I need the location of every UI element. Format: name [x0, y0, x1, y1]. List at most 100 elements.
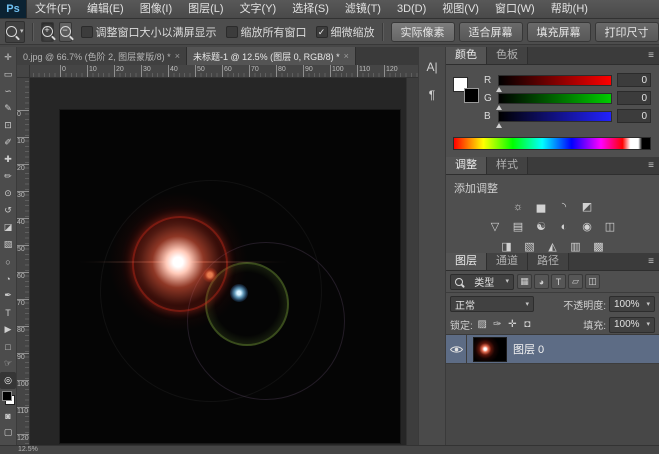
menu-image[interactable]: 图像(I)	[132, 0, 180, 18]
layers-tab-channels[interactable]: 通道	[487, 253, 528, 270]
opacity-input[interactable]: 100% ▾	[609, 296, 655, 312]
zoom-tool[interactable]: ◎	[0, 372, 16, 389]
lock-position-icon[interactable]: ✛	[506, 318, 519, 332]
layer-row[interactable]: 图层 0	[446, 335, 659, 364]
channel-value-input[interactable]: 0	[617, 109, 651, 123]
crop-tool[interactable]: ⊡	[0, 117, 16, 134]
threshold-icon[interactable]: ◭	[544, 239, 562, 254]
lock-all-icon[interactable]: ◘	[521, 318, 534, 332]
menu-3d[interactable]: 3D(D)	[389, 0, 434, 18]
checkbox-box[interactable]	[81, 26, 93, 38]
channel-value-input[interactable]: 0	[617, 73, 651, 87]
hue-saturation-icon[interactable]: ▤	[509, 219, 527, 234]
foreground-color-swatch[interactable]	[2, 391, 12, 401]
menu-view[interactable]: 视图(V)	[434, 0, 487, 18]
ruler-corner[interactable]	[17, 65, 30, 78]
canvas-image[interactable]	[60, 110, 400, 443]
dodge-tool[interactable]: ◔	[0, 270, 16, 287]
zoom-tool-preset[interactable]: ▾	[5, 21, 25, 43]
filter-smart-objects-icon[interactable]: ◫	[585, 274, 600, 289]
channel-mixer-icon[interactable]: ◫	[601, 219, 619, 234]
character-panel-button[interactable]: A|	[421, 57, 443, 77]
status-zoom-level[interactable]: 12.5%	[18, 446, 38, 453]
posterize-icon[interactable]: ▧	[521, 239, 539, 254]
invert-icon[interactable]: ◨	[498, 239, 516, 254]
brightness-contrast-icon[interactable]: ☼	[509, 199, 527, 214]
pen-tool[interactable]: ✒	[0, 287, 16, 304]
checkbox-box[interactable]: ✓	[316, 26, 328, 38]
selective-color-icon[interactable]: ▩	[590, 239, 608, 254]
checkbox-resize-windows-to-fit[interactable]: 调整窗口大小以满屏显示	[81, 24, 217, 40]
vertical-scrollbar[interactable]	[406, 78, 418, 445]
brush-tool[interactable]: ✏	[0, 168, 16, 185]
adjustments-tab-styles[interactable]: 样式	[487, 157, 528, 174]
adjustments-tab-adjustments[interactable]: 调整	[446, 157, 487, 174]
black-white-icon[interactable]: ◐	[555, 219, 573, 234]
fill-input[interactable]: 100% ▾	[609, 317, 655, 333]
close-tab-icon[interactable]: ×	[344, 51, 349, 61]
gradient-map-icon[interactable]: ▥	[567, 239, 585, 254]
paragraph-panel-button[interactable]: ¶	[421, 85, 443, 105]
menu-window[interactable]: 窗口(W)	[487, 0, 543, 18]
close-tab-icon[interactable]: ×	[175, 51, 180, 61]
layer-filter-select[interactable]: 类型 ▾	[450, 274, 514, 290]
blur-tool[interactable]: ○	[0, 253, 16, 270]
color-balance-icon[interactable]: ☯	[532, 219, 550, 234]
eyedropper-tool[interactable]: ✐	[0, 134, 16, 151]
menu-edit[interactable]: 编辑(E)	[79, 0, 132, 18]
menu-filter[interactable]: 滤镜(T)	[337, 0, 389, 18]
filter-shape-layers-icon[interactable]: ▱	[568, 274, 583, 289]
exposure-icon[interactable]: ◩	[578, 199, 596, 214]
history-brush-tool[interactable]: ↺	[0, 202, 16, 219]
hand-tool[interactable]: ☞	[0, 355, 16, 372]
filter-pixel-layers-icon[interactable]: ▦	[517, 274, 532, 289]
color-spectrum-ramp[interactable]	[453, 137, 651, 150]
panel-menu-icon[interactable]: ≡	[648, 160, 654, 171]
checkbox-box[interactable]	[226, 26, 238, 38]
clone-stamp-tool[interactable]: ⊙	[0, 185, 16, 202]
panel-menu-icon[interactable]: ≡	[648, 50, 654, 61]
filter-adjustment-layers-icon[interactable]: ◕	[534, 274, 549, 289]
layer-thumbnail[interactable]	[473, 337, 507, 362]
menu-help[interactable]: 帮助(H)	[543, 0, 596, 18]
panel-menu-icon[interactable]: ≡	[648, 256, 654, 267]
lasso-tool[interactable]: ∽	[0, 83, 16, 100]
horizontal-ruler[interactable]: 0102030405060708090100110120	[30, 65, 418, 78]
zoom-in-button[interactable]	[41, 22, 54, 42]
photo-filter-icon[interactable]: ◉	[578, 219, 596, 234]
vibrance-icon[interactable]: ▽	[486, 219, 504, 234]
layer-visibility-toggle[interactable]	[446, 335, 467, 363]
zoom-out-button[interactable]	[59, 22, 72, 42]
checkbox-scrubby-zoom[interactable]: ✓细微缩放	[316, 24, 375, 40]
menu-file[interactable]: 文件(F)	[27, 0, 79, 18]
color-tab-color[interactable]: 颜色	[446, 47, 487, 64]
foreground-background-swatches[interactable]	[2, 391, 15, 405]
fill-screen-button[interactable]: 填充屏幕	[527, 22, 591, 42]
channel-slider-b[interactable]	[498, 111, 612, 122]
move-tool[interactable]: ✛	[0, 49, 16, 66]
print-size-button[interactable]: 打印尺寸	[595, 22, 659, 42]
channel-slider-r[interactable]	[498, 75, 612, 86]
layers-tab-layers[interactable]: 图层	[446, 253, 487, 270]
photoshop-logo[interactable]: Ps	[0, 0, 27, 18]
blend-mode-select[interactable]: 正常 ▾	[450, 296, 534, 312]
levels-icon[interactable]: ▅	[532, 199, 550, 214]
curves-icon[interactable]: ◝	[555, 199, 573, 214]
gradient-tool[interactable]: ▧	[0, 236, 16, 253]
shape-tool[interactable]: □	[0, 338, 16, 355]
lock-pixels-icon[interactable]: ✑	[491, 318, 504, 332]
document-tab[interactable]: 0.jpg @ 66.7% (色阶 2, 图层蒙版/8) *×	[17, 47, 187, 65]
marquee-tool[interactable]: ▭	[0, 66, 16, 83]
channel-value-input[interactable]: 0	[617, 91, 651, 105]
path-selection-tool[interactable]: ▶	[0, 321, 16, 338]
checkbox-zoom-all-windows[interactable]: 缩放所有窗口	[226, 24, 307, 40]
healing-brush-tool[interactable]: ✚	[0, 151, 16, 168]
eraser-tool[interactable]: ◪	[0, 219, 16, 236]
color-swatches-widget[interactable]	[453, 77, 479, 103]
layers-tab-paths[interactable]: 路径	[528, 253, 569, 270]
document-tab[interactable]: 未标题-1 @ 12.5% (图层 0, RGB/8) *×	[187, 47, 356, 65]
slider-thumb-icon[interactable]	[496, 123, 502, 128]
menu-type[interactable]: 文字(Y)	[232, 0, 285, 18]
quick-mask-mode-button[interactable]: ◙	[0, 407, 16, 424]
quick-selection-tool[interactable]: ✎	[0, 100, 16, 117]
